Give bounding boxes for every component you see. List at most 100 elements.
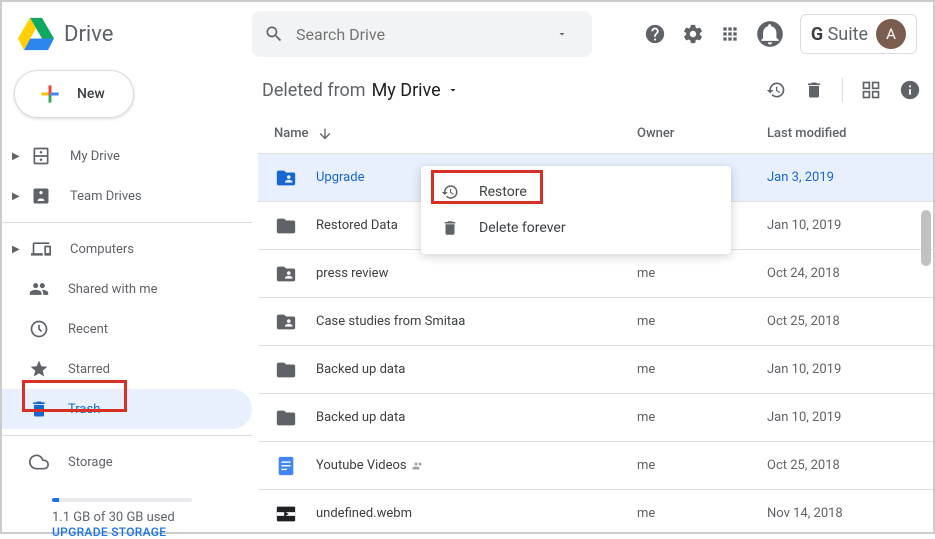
- file-row[interactable]: Youtube Videos me Oct 25, 2018: [258, 442, 933, 490]
- file-row[interactable]: Backed up data me Jan 10, 2019: [258, 346, 933, 394]
- menu-label: Restore: [479, 184, 527, 200]
- breadcrumb[interactable]: Deleted from My Drive: [262, 80, 459, 101]
- file-modified: Oct 25, 2018: [767, 314, 917, 329]
- storage-info: 1.1 GB of 30 GB used UPGRADE STORAGE: [2, 482, 252, 539]
- file-name: undefined.webm: [316, 506, 637, 521]
- sidebar-label: My Drive: [70, 149, 120, 164]
- sort-arrow-icon: [317, 126, 333, 142]
- gsuite-badge[interactable]: G G SuiteSuite A: [800, 14, 917, 54]
- info-icon[interactable]: [899, 79, 921, 101]
- header-icons: G G SuiteSuite A: [644, 14, 917, 54]
- dropdown-icon[interactable]: [556, 28, 568, 40]
- sidebar-item-trash[interactable]: Trash: [2, 389, 252, 429]
- grid-view-icon[interactable]: [861, 80, 881, 100]
- restore-icon: [441, 183, 461, 201]
- sidebar-item-recent[interactable]: Recent: [2, 309, 252, 349]
- scrollbar[interactable]: [921, 210, 931, 266]
- sidebar-label: Recent: [68, 322, 108, 337]
- file-modified: Jan 10, 2019: [767, 218, 917, 233]
- menu-delete-forever[interactable]: Delete forever: [421, 210, 731, 246]
- folder-shared-icon: [274, 310, 298, 334]
- folder-icon: [274, 406, 298, 430]
- sidebar-label: Computers: [70, 242, 134, 257]
- sidebar-label: Shared with me: [68, 282, 158, 297]
- my-drive-icon: [30, 145, 52, 167]
- sidebar-item-starred[interactable]: Starred: [2, 349, 252, 389]
- shared-icon: [28, 278, 50, 300]
- recent-icon: [28, 318, 50, 340]
- notifications-icon[interactable]: [756, 20, 784, 48]
- file-modified: Jan 10, 2019: [767, 410, 917, 425]
- storage-icon: [28, 451, 50, 473]
- file-row[interactable]: undefined.webm me Nov 14, 2018: [258, 490, 933, 532]
- sidebar-item-computers[interactable]: ▶ Computers: [2, 229, 252, 269]
- upgrade-storage-link[interactable]: UPGRADE STORAGE: [52, 525, 252, 539]
- sidebar-label: Storage: [68, 455, 113, 470]
- file-modified: Oct 24, 2018: [767, 266, 917, 281]
- search-icon: [264, 24, 284, 44]
- settings-icon[interactable]: [682, 23, 704, 45]
- apps-icon[interactable]: [720, 24, 740, 44]
- computers-icon: [30, 238, 52, 260]
- search-input[interactable]: [296, 25, 556, 44]
- file-modified: Oct 25, 2018: [767, 458, 917, 473]
- file-name: press review: [316, 266, 637, 281]
- drive-title: Drive: [64, 22, 113, 47]
- delete-icon[interactable]: [804, 80, 824, 100]
- expand-icon: ▶: [12, 191, 26, 202]
- file-list: Upgrade me Jan 3, 2019 Restored Data me …: [258, 154, 933, 532]
- col-name-header[interactable]: Name: [274, 126, 637, 142]
- expand-icon: ▶: [12, 244, 26, 255]
- file-owner: me: [637, 362, 767, 377]
- col-modified-header[interactable]: Last modified: [767, 126, 917, 141]
- col-owner-header[interactable]: Owner: [637, 126, 767, 141]
- dropdown-icon: [447, 84, 459, 96]
- folder-shared-icon: [274, 166, 298, 190]
- folder-icon: [274, 214, 298, 238]
- breadcrumb-location: My Drive: [372, 80, 441, 101]
- sidebar-item-team-drives[interactable]: ▶ Team Drives: [2, 176, 252, 216]
- sidebar-item-shared[interactable]: Shared with me: [2, 269, 252, 309]
- logo-area[interactable]: Drive: [18, 16, 252, 52]
- file-name: Backed up data: [316, 362, 637, 377]
- file-row[interactable]: Backed up data me Jan 10, 2019: [258, 394, 933, 442]
- search-bar[interactable]: [252, 11, 592, 57]
- storage-text: 1.1 GB of 30 GB used: [52, 510, 252, 525]
- toolbar-icons: [766, 78, 921, 102]
- sidebar-label: Trash: [68, 402, 100, 417]
- starred-icon: [28, 358, 50, 380]
- sidebar: New ▶ My Drive ▶ Team Drives ▶ Computers…: [2, 66, 252, 532]
- folder-shared-icon: [274, 262, 298, 286]
- drive-logo-icon: [18, 16, 54, 52]
- menu-restore[interactable]: Restore: [421, 174, 731, 210]
- new-button[interactable]: New: [14, 70, 134, 118]
- menu-label: Delete forever: [479, 220, 566, 236]
- file-owner: me: [637, 458, 767, 473]
- folder-icon: [274, 358, 298, 382]
- file-owner: me: [637, 266, 767, 281]
- docs-icon: [274, 454, 298, 478]
- file-name: Case studies from Smitaa: [316, 314, 637, 329]
- file-modified: Jan 10, 2019: [767, 362, 917, 377]
- file-owner: me: [637, 506, 767, 521]
- sidebar-item-storage[interactable]: Storage: [2, 442, 252, 482]
- help-icon[interactable]: [644, 23, 666, 45]
- team-drives-icon: [30, 185, 52, 207]
- storage-bar: [52, 498, 192, 502]
- toolbar: Deleted from My Drive: [258, 66, 933, 114]
- restore-icon[interactable]: [766, 80, 786, 100]
- sidebar-item-my-drive[interactable]: ▶ My Drive: [2, 136, 252, 176]
- file-owner: me: [637, 314, 767, 329]
- header: Drive G G SuiteSuite A: [2, 2, 933, 66]
- avatar[interactable]: A: [876, 19, 906, 49]
- file-modified: Nov 14, 2018: [767, 506, 917, 521]
- file-owner: me: [637, 410, 767, 425]
- file-name: Youtube Videos: [316, 458, 637, 473]
- file-row[interactable]: Case studies from Smitaa me Oct 25, 2018: [258, 298, 933, 346]
- file-row[interactable]: press review me Oct 24, 2018: [258, 250, 933, 298]
- expand-icon: ▶: [12, 151, 26, 162]
- video-icon: [274, 502, 298, 526]
- sidebar-label: Team Drives: [70, 189, 142, 204]
- file-modified: Jan 3, 2019: [767, 170, 917, 185]
- sidebar-label: Starred: [68, 362, 110, 377]
